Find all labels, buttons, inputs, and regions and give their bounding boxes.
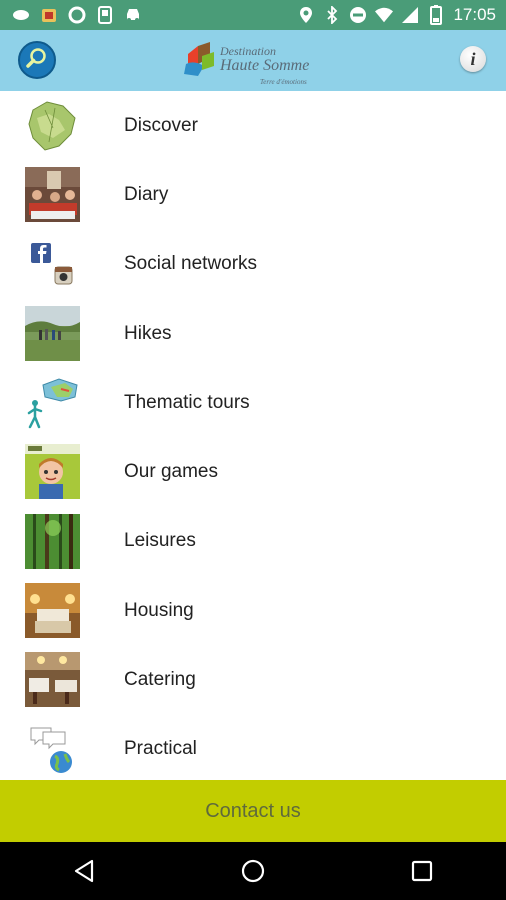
home-button[interactable] xyxy=(238,856,268,886)
bedroom-photo-icon xyxy=(25,583,80,639)
status-bar: 17:05 xyxy=(0,0,506,30)
wifi-icon xyxy=(375,6,394,24)
menu-list: Discover Diary Social networks Hikes The… xyxy=(0,91,506,784)
phone-icon xyxy=(96,6,114,24)
logo-tagline: Terre d'émotions xyxy=(260,78,307,86)
menu-item-catering[interactable]: Catering xyxy=(0,645,506,714)
menu-item-diary[interactable]: Diary xyxy=(0,160,506,229)
forest-photo-icon xyxy=(25,513,80,569)
menu-item-discover[interactable]: Discover xyxy=(0,91,506,160)
menu-item-label: Diary xyxy=(124,183,169,205)
menu-item-label: Social networks xyxy=(124,253,258,275)
back-icon xyxy=(75,859,94,883)
search-icon xyxy=(25,46,49,75)
menu-item-hikes[interactable]: Hikes xyxy=(0,299,506,368)
do-not-disturb-icon xyxy=(349,6,367,24)
battery-icon xyxy=(427,5,445,25)
chat-bubble-icon xyxy=(12,6,30,24)
signal-icon xyxy=(401,6,419,24)
hikers-photo-icon xyxy=(25,305,80,361)
recents-icon xyxy=(411,860,432,882)
logo-line2: Haute Somme xyxy=(220,57,310,74)
logo-mark-icon xyxy=(184,42,214,76)
app-logo: Destination Haute Somme Terre d'émotions xyxy=(184,40,334,86)
home-icon xyxy=(241,859,265,883)
app-notification-icon xyxy=(40,6,58,24)
menu-item-label: Housing xyxy=(124,599,194,621)
restaurant-photo-icon xyxy=(25,652,80,708)
back-button[interactable] xyxy=(69,856,99,886)
map-icon xyxy=(28,101,76,151)
bluetooth-icon xyxy=(323,6,341,24)
menu-item-label: Leisures xyxy=(124,530,196,552)
recents-button[interactable] xyxy=(407,856,437,886)
car-icon xyxy=(124,6,142,24)
menu-item-label: Hikes xyxy=(124,322,172,344)
menu-item-social-networks[interactable]: Social networks xyxy=(0,230,506,299)
clock: 17:05 xyxy=(453,5,496,24)
location-icon xyxy=(297,6,315,24)
globe-chat-icon xyxy=(30,727,72,773)
walker-map-icon xyxy=(27,378,78,429)
app-bar: Destination Haute Somme Terre d'émotions… xyxy=(0,30,506,91)
menu-item-thematic-tours[interactable]: Thematic tours xyxy=(0,368,506,437)
contact-us-label: Contact us xyxy=(205,799,301,822)
menu-item-practical[interactable]: Practical xyxy=(0,715,506,784)
search-button[interactable] xyxy=(18,41,56,79)
menu-item-label: Thematic tours xyxy=(124,391,250,413)
menu-item-leisures[interactable]: Leisures xyxy=(0,507,506,576)
menu-item-label: Catering xyxy=(124,669,196,691)
info-button[interactable]: i xyxy=(460,46,486,72)
facebook-instagram-icon xyxy=(31,242,73,285)
menu-item-label: Our games xyxy=(124,461,218,483)
event-photo-icon xyxy=(25,167,80,223)
circle-icon xyxy=(68,6,86,24)
menu-item-housing[interactable]: Housing xyxy=(0,576,506,645)
game-character-icon xyxy=(25,444,80,500)
menu-item-our-games[interactable]: Our games xyxy=(0,437,506,506)
menu-item-label: Discover xyxy=(124,114,198,136)
contact-us-button[interactable]: Contact us xyxy=(0,780,506,842)
info-icon: i xyxy=(470,48,476,69)
system-nav-bar xyxy=(0,842,506,900)
menu-item-label: Practical xyxy=(124,738,197,760)
